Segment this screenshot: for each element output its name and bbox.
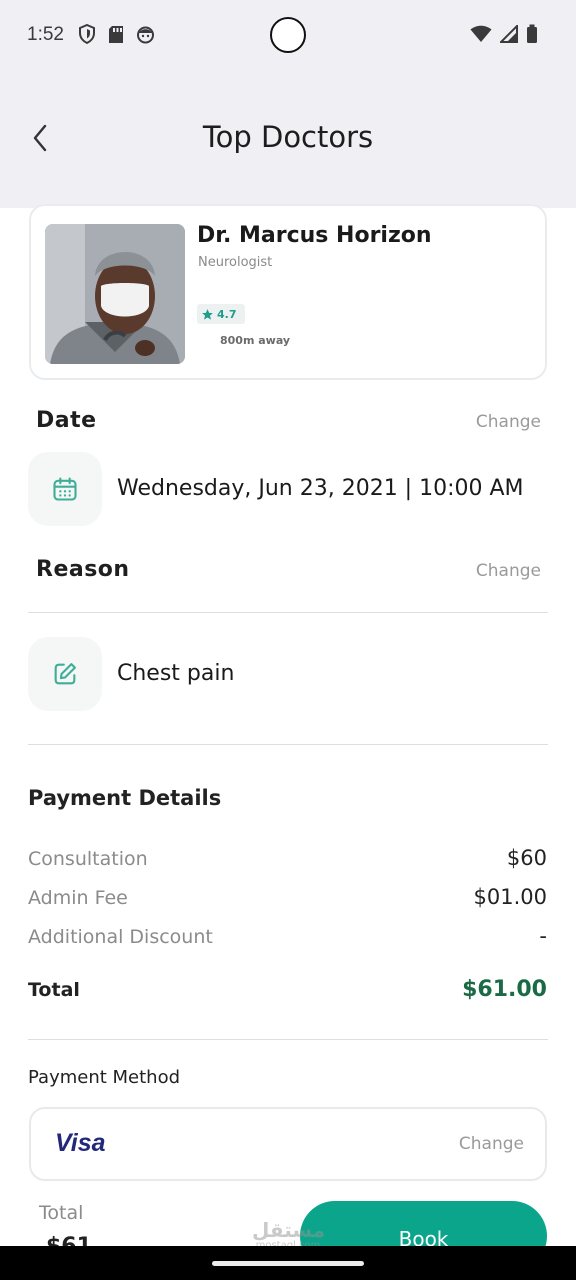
status-icons-right bbox=[470, 23, 538, 48]
discount-label: Additional Discount bbox=[28, 926, 213, 948]
discount-value: - bbox=[539, 924, 547, 948]
admin-fee-label: Admin Fee bbox=[28, 887, 128, 909]
shield-icon bbox=[78, 23, 96, 48]
payment-method-label: Payment Method bbox=[28, 1067, 181, 1088]
distance-text: 800m away bbox=[220, 334, 291, 347]
doctor-card[interactable]: Dr. Marcus Horizon Neurologist 4.7 800m … bbox=[29, 204, 547, 380]
payment-method-card[interactable]: Visa Change bbox=[29, 1107, 547, 1181]
calendar-icon bbox=[53, 477, 77, 501]
doctor-photo bbox=[45, 224, 185, 364]
wifi-icon bbox=[470, 25, 492, 47]
reason-icon-tile bbox=[28, 637, 102, 711]
rating-badge: 4.7 bbox=[197, 304, 245, 324]
footer-total-value: $61 bbox=[46, 1234, 92, 1246]
total-label: Total bbox=[28, 979, 80, 1001]
date-change-link[interactable]: Change bbox=[476, 412, 541, 432]
battery-icon bbox=[526, 24, 538, 48]
total-value: $61.00 bbox=[462, 977, 547, 1002]
date-icon-tile bbox=[28, 452, 102, 526]
date-label: Date bbox=[36, 408, 97, 433]
payment-method-change-link[interactable]: Change bbox=[459, 1134, 524, 1154]
visa-logo: Visa bbox=[55, 1129, 106, 1157]
doctor-name: Dr. Marcus Horizon bbox=[197, 223, 432, 248]
page-title: Top Doctors bbox=[202, 120, 374, 154]
edit-icon bbox=[54, 663, 76, 685]
reason-change-link[interactable]: Change bbox=[476, 561, 541, 581]
reason-label: Reason bbox=[36, 557, 130, 582]
appointment-datetime: Wednesday, Jun 23, 2021 | 10:00 AM bbox=[117, 476, 524, 501]
divider bbox=[28, 1039, 548, 1040]
sd-card-icon bbox=[108, 25, 124, 48]
star-icon bbox=[202, 308, 213, 320]
divider bbox=[28, 612, 548, 613]
divider bbox=[28, 744, 548, 745]
consultation-value: $60 bbox=[506, 846, 547, 870]
payment-details-heading: Payment Details bbox=[28, 786, 222, 810]
status-icons-left bbox=[78, 23, 155, 48]
face-icon bbox=[136, 25, 155, 48]
doctor-distance: 800m away bbox=[220, 334, 290, 347]
watermark-arabic: مستقل bbox=[252, 1218, 326, 1242]
home-gesture-handle[interactable] bbox=[212, 1261, 364, 1266]
signal-icon bbox=[498, 23, 518, 47]
consultation-label: Consultation bbox=[28, 848, 148, 870]
app-header: Top Doctors bbox=[0, 70, 576, 208]
status-bar: 1:52 bbox=[0, 0, 576, 70]
doctor-specialty: Neurologist bbox=[198, 255, 273, 270]
reason-value: Chest pain bbox=[117, 661, 235, 686]
admin-fee-value: $01.00 bbox=[473, 885, 547, 909]
camera-cutout bbox=[270, 17, 306, 53]
rating-value: 4.7 bbox=[217, 307, 237, 321]
status-time: 1:52 bbox=[27, 24, 64, 45]
footer-total-label: Total bbox=[39, 1202, 84, 1224]
system-nav-bar bbox=[0, 1246, 576, 1280]
